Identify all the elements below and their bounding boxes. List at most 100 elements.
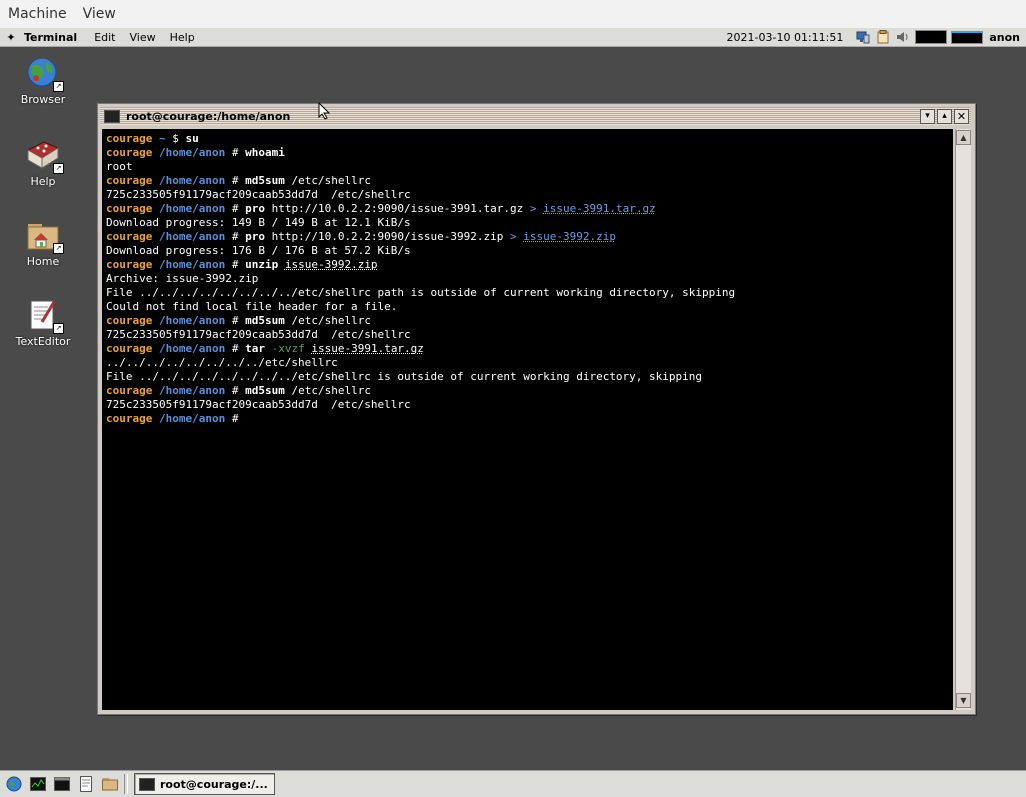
terminal-text-segment: root [106,160,133,173]
prompt-host: courage [106,132,153,145]
terminal-line: ../../../../../../../../etc/shellrc [106,356,953,370]
top-panel: ✦ Terminal Edit View Help 2021-03-10 01:… [0,28,1026,47]
clipboard-icon[interactable] [875,30,891,44]
terminal-text-segment: # [231,342,246,355]
network-icon[interactable] [855,30,871,44]
desktop-icon-texteditor[interactable]: ↗ TextEditor [10,298,76,348]
terminal-line: courage /home/anon # pro http://10.0.2.2… [106,230,953,244]
menu-help[interactable]: Help [163,31,202,44]
terminal-line: Download progress: 176 B / 176 B at 57.2… [106,244,953,258]
prompt-path: /home/anon [152,314,232,327]
prompt-path: /home/anon [152,146,232,159]
scroll-down-button[interactable]: ▼ [956,693,971,708]
close-button[interactable]: ✕ [954,108,969,124]
desktop-icon-home[interactable]: ↗ Home [10,218,76,268]
terminal-text[interactable]: courage ~ $ su courage /home/anon # whoam… [102,129,953,426]
taskbar-button-terminal[interactable]: root@courage:/... [134,773,275,795]
terminal-line: 725c233505f91179acf209caab53dd7d /etc/sh… [106,188,953,202]
shortcut-arrow-icon: ↗ [53,243,64,254]
text-editor-launcher-icon[interactable] [76,775,96,793]
desktop-icon-label: Home [26,255,60,268]
scroll-up-button[interactable]: ▲ [956,130,971,145]
panel-user[interactable]: anon [987,31,1026,44]
vm-menu-machine[interactable]: Machine [0,6,75,22]
terminal-text-segment: $ [172,132,186,145]
command-name: md5sum [245,384,285,397]
command-name: unzip [245,258,279,271]
terminal-launcher-icon[interactable] [52,775,72,793]
terminal-text-segment: 725c233505f91179acf209caab53dd7d /etc/sh… [106,188,411,201]
volume-icon[interactable] [895,30,911,44]
terminal-text-segment: > [510,230,517,243]
menu-view[interactable]: View [123,31,163,44]
panel-clock[interactable]: 2021-03-10 01:11:51 [727,31,856,44]
prompt-host: courage [106,342,153,355]
terminal-line: 725c233505f91179acf209caab53dd7d /etc/sh… [106,328,953,342]
prompt-host: courage [106,384,153,397]
prompt-path: /home/anon [152,174,232,187]
maximize-button[interactable]: ▴ [937,108,952,124]
desktop-icon-label: Help [30,175,56,188]
terminal-text-segment: http://10.0.2.2:9090/issue-3991.tar.gz [264,202,530,215]
terminal-line: courage /home/anon # unzip issue-3992.zi… [106,258,953,272]
shortcut-arrow-icon: ↗ [53,163,64,174]
terminal-text-segment: issue-3991.tar.gz [311,342,424,355]
app-menu-terminal[interactable]: Terminal [22,31,87,44]
terminal-text-segment: /etc/shellrc [284,174,371,187]
command-name: md5sum [245,314,285,327]
terminal-text-segment: Download progress: 149 B / 149 B at 12.1… [106,216,411,229]
prompt-host: courage [106,412,153,425]
vm-menu-view[interactable]: View [75,6,124,22]
terminal-scrollbar[interactable]: ▲ ▼ [955,129,971,710]
terminal-text-segment: # [231,412,246,425]
prompt-path: /home/anon [152,202,232,215]
shortcut-arrow-icon: ↗ [53,81,64,92]
terminal-text-segment: # [231,314,246,327]
prompt-host: courage [106,174,153,187]
terminal-line: File ../../../../../../../../etc/shellrc… [106,286,953,300]
cpu-graph-icon [915,30,948,44]
browser-launcher-icon[interactable] [4,775,24,793]
terminal-window-icon[interactable] [104,109,120,123]
prompt-host: courage [106,202,153,215]
terminal-text-segment: 725c233505f91179acf209caab53dd7d /etc/sh… [106,398,411,411]
terminal-text-segment: 725c233505f91179acf209caab53dd7d /etc/sh… [106,328,411,341]
file-manager-icon[interactable] [100,775,120,793]
taskbar-button-label: root@courage:/... [160,777,268,791]
app-menu-icon[interactable]: ✦ [0,31,22,44]
terminal-line: Could not find local file header for a f… [106,300,953,314]
terminal-text-segment: # [231,230,246,243]
prompt-path: /home/anon [152,412,232,425]
terminal-output[interactable]: courage ~ $ su courage /home/anon # whoam… [102,129,953,710]
terminal-text-segment: # [231,384,246,397]
desktop-icon-browser[interactable]: ↗ Browser [10,56,76,106]
terminal-line: File ../../../../../../../../etc/shellrc… [106,370,953,384]
vm-menubar: Machine View [0,0,1026,29]
terminal-line: Archive: issue-3992.zip [106,272,953,286]
minimize-button[interactable]: ▾ [920,108,935,124]
terminal-text-segment: -xvzf [271,342,305,355]
terminal-text-segment: /etc/shellrc [284,384,371,397]
desktop-icon-help[interactable]: ↗ Help [10,138,76,188]
terminal-titlebar[interactable]: root@courage:/home/anon ▾ ▴ ✕ [100,107,971,125]
terminal-line: courage /home/anon # whoami [106,146,953,160]
terminal-text-segment: Archive: issue-3992.zip [106,272,259,285]
menu-edit[interactable]: Edit [87,31,122,44]
memory-graph-icon [951,30,984,44]
prompt-path: ~ [152,132,173,145]
terminal-line: courage /home/anon # md5sum /etc/shellrc [106,314,953,328]
mouse-pointer-icon [318,101,332,120]
terminal-text-segment: issue-3991.tar.gz [543,202,656,215]
terminal-text-segment: ../../../../../../../../etc/shellrc [106,356,338,369]
terminal-window-title: root@courage:/home/anon [126,109,291,123]
system-monitor-icon[interactable] [28,775,48,793]
terminal-text-segment: # [231,146,246,159]
prompt-host: courage [106,314,153,327]
terminal-task-icon [139,777,155,791]
terminal-line: Download progress: 149 B / 149 B at 12.1… [106,216,953,230]
prompt-path: /home/anon [152,384,232,397]
terminal-text-segment: issue-3992.zip [284,258,378,271]
command-name: pro [245,230,265,243]
